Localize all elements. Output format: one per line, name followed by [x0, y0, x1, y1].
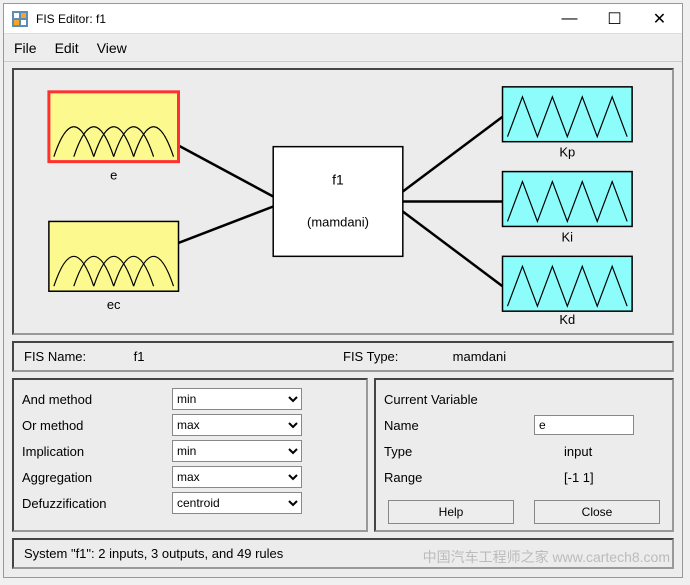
maximize-button[interactable]: ☐	[592, 4, 637, 34]
svg-text:Kp: Kp	[559, 145, 575, 160]
and-method-label: And method	[22, 392, 172, 407]
svg-text:Kd: Kd	[559, 312, 575, 327]
fis-info-strip: FIS Name: f1 FIS Type: mamdani	[12, 341, 674, 372]
var-type-value: input	[534, 444, 664, 459]
or-method-select[interactable]: max	[172, 414, 302, 436]
defuzz-select[interactable]: centroid	[172, 492, 302, 514]
defuzz-label: Defuzzification	[22, 496, 172, 511]
fis-type-label: FIS Type:	[343, 349, 453, 364]
close-icon: ✕	[653, 9, 666, 29]
status-bar: System "f1": 2 inputs, 3 outputs, and 49…	[12, 538, 674, 569]
fis-name-value: f1	[134, 349, 343, 364]
svg-text:Ki: Ki	[562, 229, 574, 244]
svg-text:e: e	[110, 168, 117, 183]
currentvar-heading: Current Variable	[384, 392, 478, 407]
methods-panel: And method min Or method max Implication…	[12, 378, 368, 532]
app-window: FIS Editor: f1 — ☐ ✕ File Edit View e	[3, 3, 683, 578]
var-name-label: Name	[384, 418, 534, 433]
var-range-value: [-1 1]	[534, 470, 664, 485]
window-title: FIS Editor: f1	[36, 12, 547, 26]
diagram-svg: e ec f1 (mamdani) Kp	[14, 70, 672, 333]
fis-name-label: FIS Name:	[24, 349, 134, 364]
minimize-button[interactable]: —	[547, 4, 592, 34]
maximize-icon: ☐	[607, 9, 621, 29]
var-type-label: Type	[384, 444, 534, 459]
output-block-kp[interactable]: Kp	[503, 87, 633, 160]
svg-text:ec: ec	[107, 297, 121, 312]
fis-diagram: e ec f1 (mamdani) Kp	[12, 68, 674, 335]
current-variable-panel: Current Variable Name Type input Range […	[374, 378, 674, 532]
implication-label: Implication	[22, 444, 172, 459]
output-block-kd[interactable]: Kd	[503, 256, 633, 327]
implication-select[interactable]: min	[172, 440, 302, 462]
menu-view[interactable]: View	[97, 40, 127, 56]
menu-file[interactable]: File	[14, 40, 37, 56]
input-block-ec[interactable]: ec	[49, 221, 179, 312]
app-icon	[12, 11, 28, 27]
close-button[interactable]: ✕	[637, 4, 682, 34]
minimize-icon: —	[562, 10, 578, 28]
input-block-e[interactable]: e	[49, 92, 179, 183]
svg-text:(mamdani): (mamdani)	[307, 214, 369, 229]
svg-text:f1: f1	[332, 172, 344, 188]
menu-edit[interactable]: Edit	[55, 40, 79, 56]
menubar: File Edit View	[4, 34, 682, 62]
output-block-ki[interactable]: Ki	[503, 172, 633, 245]
or-method-label: Or method	[22, 418, 172, 433]
var-range-label: Range	[384, 470, 534, 485]
var-name-input[interactable]	[534, 415, 634, 435]
rule-block[interactable]: f1 (mamdani)	[273, 147, 403, 257]
and-method-select[interactable]: min	[172, 388, 302, 410]
aggregation-select[interactable]: max	[172, 466, 302, 488]
aggregation-label: Aggregation	[22, 470, 172, 485]
lower-panels: And method min Or method max Implication…	[12, 378, 674, 532]
close-panel-button[interactable]: Close	[534, 500, 660, 524]
titlebar: FIS Editor: f1 — ☐ ✕	[4, 4, 682, 34]
fis-type-value: mamdani	[453, 349, 662, 364]
help-button[interactable]: Help	[388, 500, 514, 524]
